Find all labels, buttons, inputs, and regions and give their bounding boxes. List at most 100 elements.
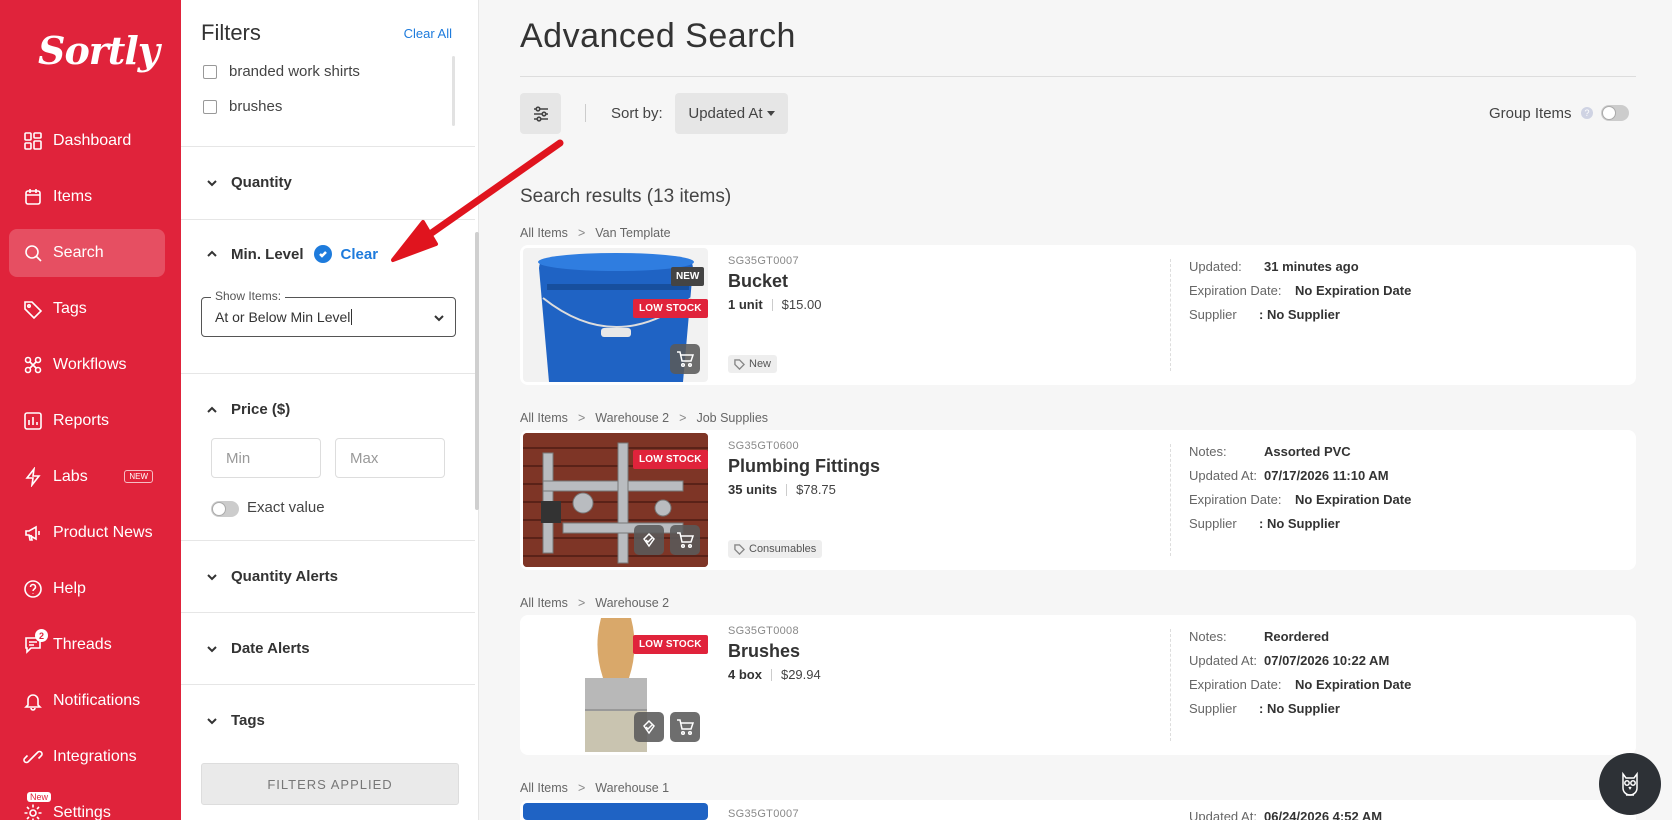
items-icon [23,187,43,207]
sidebar-item-label: Search [53,244,104,261]
section-tags[interactable]: Tags [205,712,265,729]
meta-value: : No Supplier [1259,306,1340,322]
help-icon[interactable]: ? [1581,107,1593,119]
item-tag[interactable]: New [728,355,778,373]
toggle-filters-button[interactable] [520,93,561,134]
sidebar-item-label: Items [53,188,93,205]
item-thumbnail[interactable]: NEW LOW STOCK [523,248,708,382]
section-date-alerts[interactable]: Date Alerts [205,640,310,657]
item-name[interactable]: Brushes [728,641,800,662]
meta-key: Updated At: [1189,808,1257,820]
divider [181,373,475,374]
tag-option-brushes[interactable]: brushes [203,98,282,115]
exact-value-label: Exact value [247,499,325,516]
item-thumbnail[interactable]: LOW STOCK [523,618,708,752]
breadcrumb-item[interactable]: Warehouse 1 [595,781,669,795]
results-title: Search results (13 items) [520,186,732,207]
breadcrumb-item[interactable]: All Items [520,781,568,795]
tag-list-scrollbar[interactable] [452,56,455,126]
checkout-button[interactable] [634,712,664,742]
low-stock-badge: LOW STOCK [633,450,708,469]
item-tag-label: Consumables [749,543,817,555]
clear-all-link[interactable]: Clear All [404,26,452,41]
breadcrumb-item[interactable]: All Items [520,226,568,240]
support-chat-button[interactable] [1599,753,1661,815]
sidebar-item-integrations[interactable]: Integrations [9,733,165,781]
result-card[interactable]: NEW LOW STOCK SG35GT0007 Bucket 1 unit $1… [520,245,1636,385]
page-title: Advanced Search [520,17,796,55]
checkout-icon [643,719,655,735]
new-badge: NEW [124,470,153,483]
result-card[interactable]: LOW STOCK SG35GT0008 Brushes 4 box $29.94… [520,615,1636,755]
sidebar-item-notifications[interactable]: Notifications [9,677,165,725]
checkbox[interactable] [203,64,217,79]
chevron-down-icon [205,176,219,190]
tag-option-label: brushes [229,98,283,115]
price-min-input[interactable]: Min [211,438,321,478]
breadcrumb: All Items > Warehouse 2 > Job Supplies [520,411,768,425]
sidebar-item-product-news[interactable]: Product News [9,509,165,557]
tag-option-branded-work-shirts[interactable]: branded work shirts [203,63,360,80]
chevron-down-icon [205,570,219,584]
section-label: Tags [231,712,265,729]
price-max-input[interactable]: Max [335,438,445,478]
exact-value-toggle[interactable] [211,501,239,517]
item-thumbnail[interactable]: LOW STOCK [523,433,708,567]
chevron-down-icon [205,714,219,728]
chevron-down-icon [205,642,219,656]
add-to-cart-button[interactable] [670,712,700,742]
section-min-level[interactable]: Min. Level Clear [205,245,378,263]
sidebar-item-help[interactable]: Help [9,565,165,613]
checkout-button[interactable] [634,525,664,555]
divider [181,612,475,613]
result-card[interactable]: LOW STOCK SG35GT0600 Plumbing Fittings 3… [520,430,1636,570]
item-sku: SG35GT0007 [728,255,799,267]
item-tag[interactable]: Consumables [728,540,823,558]
result-card[interactable]: SG35GT0007 Updated At: 06/24/2026 4:52 AM [520,800,1636,820]
divider [1170,444,1171,556]
breadcrumb-item[interactable]: Job Supplies [696,411,768,425]
search-icon [23,243,43,263]
min-level-clear-link[interactable]: Clear [341,246,379,263]
sidebar-item-search[interactable]: Search [9,229,165,277]
breadcrumb-item[interactable]: All Items [520,596,568,610]
sidebar: Sortly Dashboard Items Search Tags Workf… [0,0,181,820]
add-to-cart-button[interactable] [670,344,700,374]
cart-icon [677,532,694,549]
breadcrumb-item[interactable]: Warehouse 2 [595,411,669,425]
breadcrumb-item[interactable]: Van Template [595,226,670,240]
meta-key: Expiration Date: [1189,491,1282,507]
meta-key: Notes: [1189,628,1227,644]
section-quantity-alerts[interactable]: Quantity Alerts [205,568,338,585]
section-label: Min. Level [231,245,304,263]
sortly-logo[interactable]: Sortly [38,28,160,73]
sidebar-item-label: Labs [53,468,88,485]
sidebar-item-settings[interactable]: New Settings [9,789,165,820]
sidebar-item-tags[interactable]: Tags [9,285,165,333]
sidebar-item-labs[interactable]: Labs NEW [9,453,165,501]
add-to-cart-button[interactable] [670,525,700,555]
breadcrumb-item[interactable]: All Items [520,411,568,425]
sidebar-item-items[interactable]: Items [9,173,165,221]
group-items-toggle[interactable] [1601,105,1629,121]
sidebar-item-workflows[interactable]: Workflows [9,341,165,389]
workflows-icon [23,355,43,375]
item-name[interactable]: Plumbing Fittings [728,456,880,477]
breadcrumb-item[interactable]: Warehouse 2 [595,596,669,610]
section-quantity[interactable]: Quantity [205,174,292,191]
sidebar-item-threads[interactable]: 2 Threads [9,621,165,669]
sidebar-item-reports[interactable]: Reports [9,397,165,445]
item-thumbnail[interactable] [523,803,708,820]
labs-icon [23,467,43,487]
sort-dropdown[interactable]: Updated At [675,93,788,134]
checkbox[interactable] [203,99,217,114]
sidebar-item-dashboard[interactable]: Dashboard [9,117,165,165]
filters-applied-button[interactable]: FILTERS APPLIED [201,763,459,805]
show-items-select[interactable]: At or Below Min Level [201,297,456,337]
meta-value: Assorted PVC [1264,443,1351,459]
item-name[interactable]: Bucket [728,271,788,292]
new-item-badge: NEW [671,267,705,286]
section-price[interactable]: Price ($) [205,401,290,418]
settings-new-badge: New [27,792,52,802]
chevron-up-icon [205,403,219,417]
